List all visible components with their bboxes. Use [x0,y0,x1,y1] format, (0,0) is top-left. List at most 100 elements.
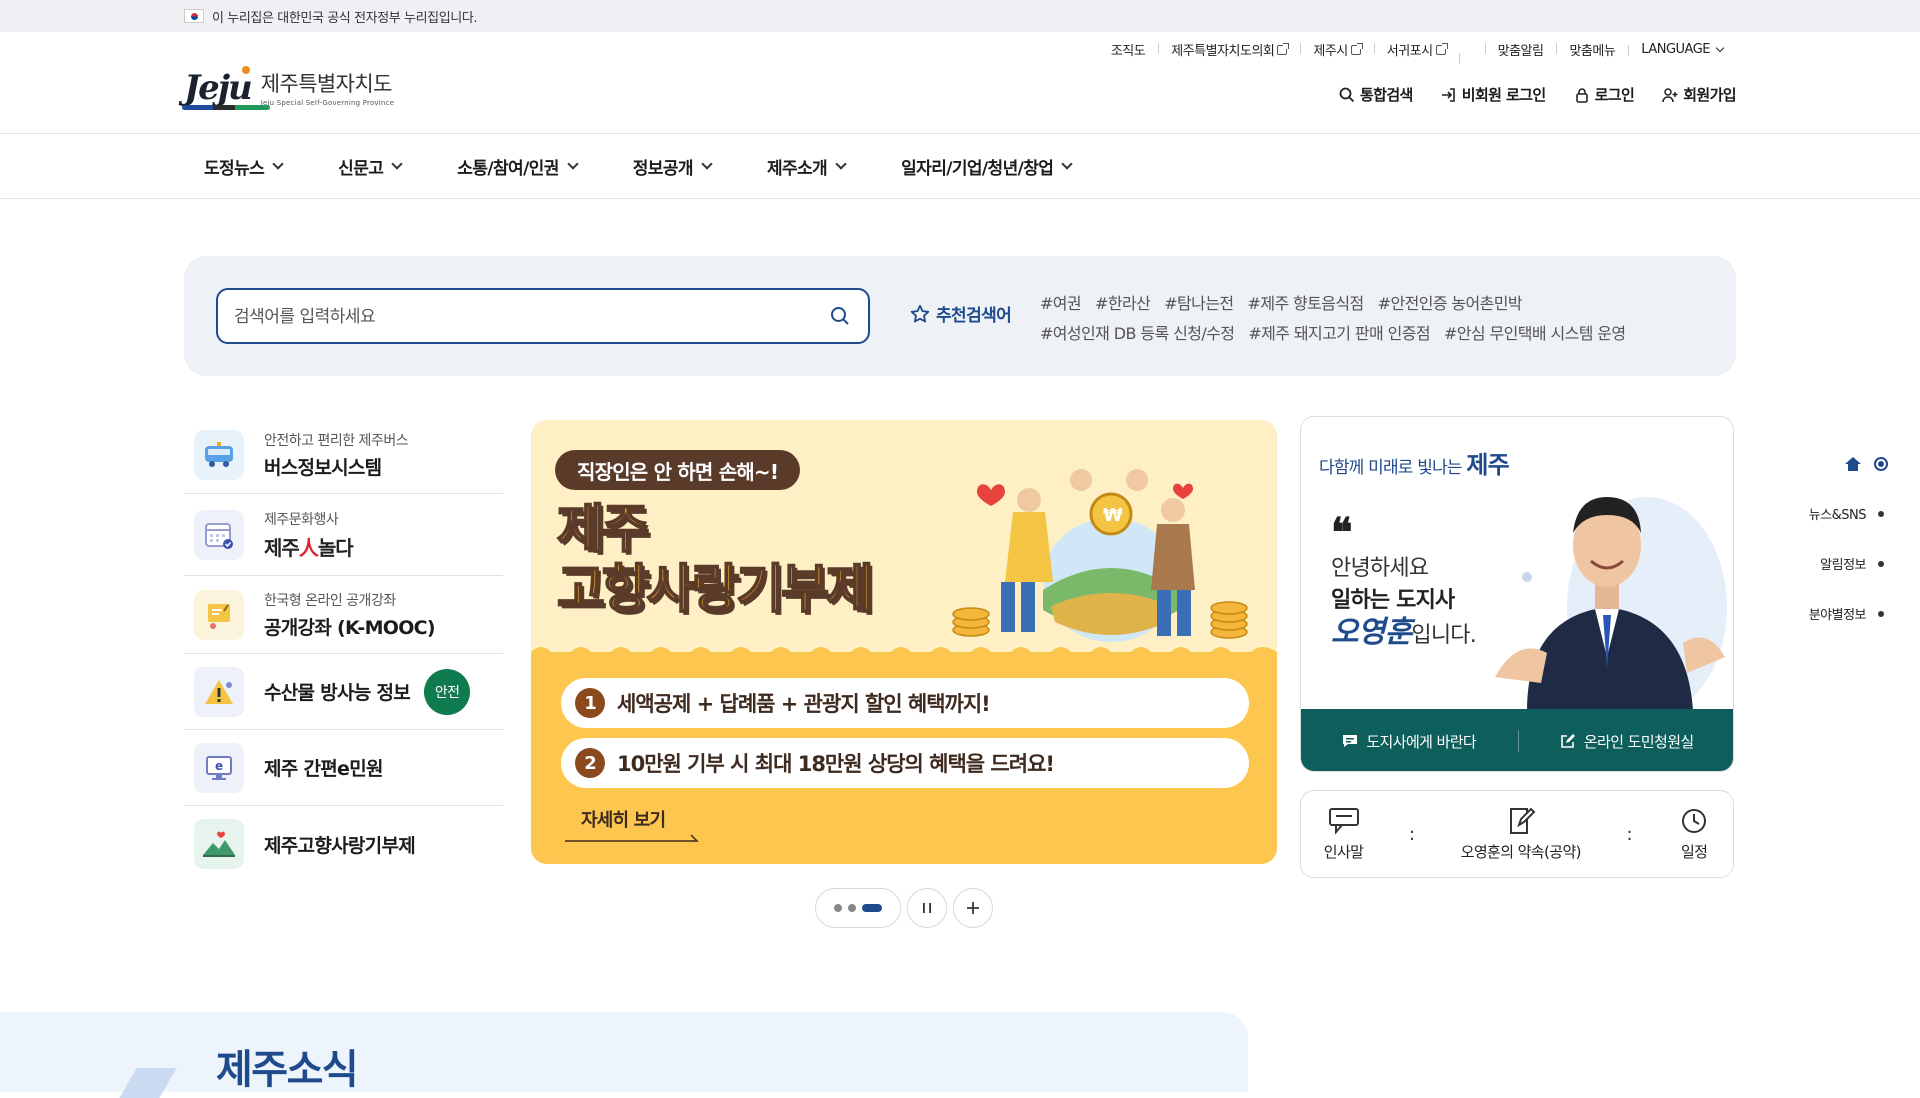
pause-icon [923,903,931,913]
gnb-item-jobs[interactable]: 일자리/기업/청년/창업 [901,134,1073,199]
hometown-icon [194,819,244,869]
recommended-keywords-label: 추천검색어 [910,301,1012,326]
recommended-keywords: #여권 #한라산 #탐나는전 #제주 향토음식점 #안전인증 농어촌민박 #여성… [1040,290,1700,344]
more-banners-button[interactable] [953,888,993,928]
governor-pledge-link[interactable]: 오영훈의 약속(공약) [1461,807,1582,862]
keyword-tag[interactable]: #제주 향토음식점 [1248,290,1365,314]
pager-dot[interactable] [834,904,842,912]
lock-icon [1575,87,1588,103]
culture-festival-logo: 제주人놀다 [264,535,354,560]
governor-slogan: 다함께 미래로 빛나는 제주 [1319,451,1510,479]
governor-portrait [1495,497,1727,711]
language-select[interactable]: LANGUAGE [1628,42,1736,57]
chat-icon [1343,735,1358,747]
banner-title: 제주 고향사랑기부제 [556,499,875,621]
chevron-down-icon [1061,158,1073,170]
banner-pill: 직장인은 안 하면 손해~! [555,450,801,490]
logo-name-en: Jeju Special Self-Governing Province [260,99,395,107]
gnb-item-province-news[interactable]: 도정뉴스 [204,134,284,199]
search-section: 추천검색어 #여권 #한라산 #탐나는전 #제주 향토음식점 #안전인증 농어촌… [184,256,1736,376]
add-user-icon [1662,87,1678,102]
online-petition-button[interactable]: 온라인 도민청원실 [1519,709,1734,771]
chevron-down-icon [701,158,713,170]
gnb-item-petition[interactable]: 신문고 [338,134,403,199]
guest-login-button[interactable]: 비회원 로그인 [1441,84,1546,105]
util-council-link[interactable]: 제주특별자치도의회 [1158,40,1300,59]
chevron-down-icon [567,158,579,170]
side-nav-news-sns[interactable]: 뉴스&SNS [1809,504,1884,523]
quick-link-culture-events[interactable]: 제주문화행사 제주人놀다 [184,494,503,576]
side-nav-notice[interactable]: 알림정보 [1820,554,1884,573]
utility-links: 조직도 제주특별자치도의회 제주시 서귀포시 맞춤알림 맞춤메뉴 LANGUAG… [1098,40,1736,64]
chevron-down-icon [272,158,284,170]
util-jeju-city-link[interactable]: 제주시 [1300,40,1373,59]
chevron-down-icon [835,158,847,170]
monitor-icon: e [194,742,244,793]
keyword-tag[interactable]: #탐나는전 [1164,290,1234,314]
pager-dot[interactable] [848,904,856,912]
svg-text:e: e [215,759,223,773]
bus-icon [194,429,244,480]
account-bar: 통합검색 비회원 로그인 로그인 회원가입 [1339,84,1737,105]
keyword-tag[interactable]: #안심 무인택배 시스템 운영 [1444,320,1626,344]
star-icon [910,304,930,322]
donation-illustration: ₩ [952,469,1248,642]
quick-link-hometown-donation[interactable]: 제주고향사랑기부제 [184,806,503,882]
external-link-icon [1435,42,1448,55]
gnb-item-participation[interactable]: 소통/참여/인권 [457,134,579,199]
quick-link-radiation-info[interactable]: 수산물 방사능 정보 안전 [184,654,503,730]
clock-icon [1682,808,1707,833]
search-input[interactable] [234,304,824,330]
svg-text:₩: ₩ [1103,505,1123,526]
quick-link-e-civil-service[interactable]: e 제주 간편e민원 [184,730,503,806]
site-logo[interactable]: Jeju 제주특별자치도 Jeju Special Self-Governing… [182,65,395,110]
search-icon[interactable] [830,306,850,326]
chevron-down-icon [1715,43,1725,53]
quick-link-bus-info[interactable]: 안전하고 편리한 제주버스 버스정보시스템 [184,416,503,494]
main-navigation: 도정뉴스 신문고 소통/참여/인권 정보공개 제주소개 일자리/기업/청년/창업 [0,134,1920,199]
governor-actions: 도지사에게 바란다 온라인 도민청원실 [1301,709,1734,771]
banner-benefit-1: 1 세액공제 + 답례품 + 관광지 할인 혜택까지! [561,678,1249,728]
external-link-icon [1350,42,1363,55]
korea-flag-icon [184,9,204,23]
logo-name-ko: 제주특별자치도 [260,72,393,96]
lecture-icon [194,589,244,640]
side-nav-home[interactable] [1844,456,1888,472]
quick-link-kmooc[interactable]: 한국형 온라인 공개강좌 공개강좌 (K-MOOC) [184,576,503,654]
util-custom-alert[interactable]: 맞춤알림 [1484,40,1557,59]
keyword-tag[interactable]: #여성인재 DB 등록 신청/수정 [1040,320,1235,344]
arrow-right-icon [565,834,699,842]
banner-more-link[interactable]: 자세히 보기 [581,806,666,832]
home-icon [1845,457,1861,471]
main-promo-banner[interactable]: 직장인은 안 하면 손해~! 제주 고향사랑기부제 ₩ 1 세액공제 + 답례품… [531,420,1277,864]
side-nav-field-info[interactable]: 분야별정보 [1809,604,1884,623]
governor-greeting-link[interactable]: 인사말 [1324,807,1364,862]
edit-icon [1561,734,1575,748]
governor-card: 다함께 미래로 빛나는 제주 ❝ 안녕하세요 일하는 도지사 오영훈입니다. 도… [1300,416,1734,772]
keyword-tag[interactable]: #한라산 [1095,290,1151,314]
speech-icon [1328,807,1359,835]
pager-dots[interactable] [815,888,901,928]
keyword-tag[interactable]: #여권 [1040,290,1082,314]
header: Jeju 제주특별자치도 Jeju Special Self-Governing… [0,32,1920,134]
pause-button[interactable] [907,888,947,928]
safe-badge: 안전 [424,668,471,715]
jeju-logo-mark: Jeju [182,65,270,110]
signup-button[interactable]: 회원가입 [1662,84,1737,105]
gnb-item-about-jeju[interactable]: 제주소개 [767,134,847,199]
wish-to-governor-button[interactable]: 도지사에게 바란다 [1301,709,1518,771]
util-custom-menu[interactable]: 맞춤메뉴 [1556,40,1628,59]
quote-icon: ❝ [1331,509,1353,556]
util-seogwipo-link[interactable]: 서귀포시 [1373,40,1459,59]
login-arrow-icon [1441,87,1455,102]
keyword-tag[interactable]: #제주 돼지고기 판매 인증점 [1248,320,1430,344]
keyword-tag[interactable]: #안전인증 농어촌민박 [1378,290,1523,314]
pager-dot-active[interactable] [862,904,882,912]
search-field [216,288,870,344]
integrated-search-button[interactable]: 통합검색 [1339,84,1413,105]
login-button[interactable]: 로그인 [1574,84,1635,105]
util-org-chart[interactable]: 조직도 [1098,40,1158,59]
governor-greeting: 안녕하세요 일하는 도지사 오영훈입니다. [1331,556,1477,650]
gnb-item-info-disclosure[interactable]: 정보공개 [633,134,713,199]
governor-schedule-link[interactable]: 일정 [1678,807,1710,862]
